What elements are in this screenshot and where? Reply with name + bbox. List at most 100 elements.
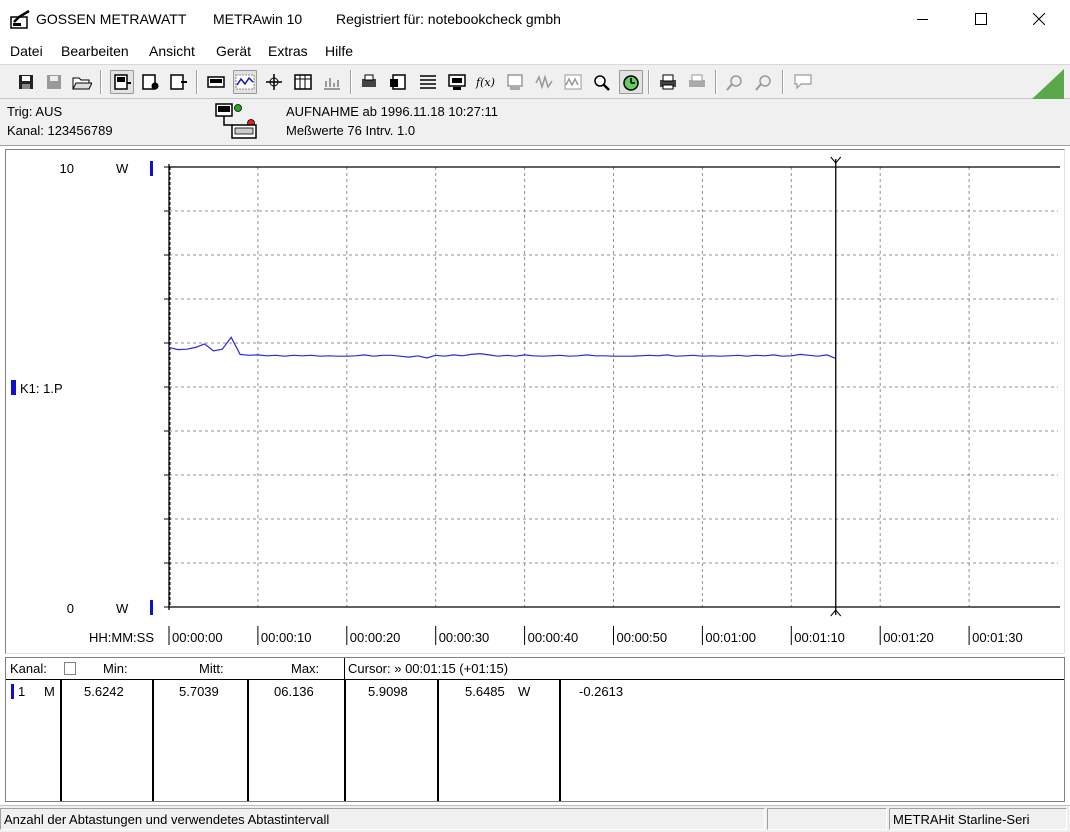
status-message: Anzahl der Abtastungen und verwendetes A… xyxy=(0,808,765,830)
row-delta: -0.2613 xyxy=(579,684,624,699)
chart-panel[interactable]: 00:00:00 00:00:10 00:00:20 00:00:30 00:00:40… xyxy=(5,149,1065,654)
page-layout-icon[interactable] xyxy=(387,70,411,94)
zoom-in-disabled-icon[interactable] xyxy=(723,70,747,94)
row-unit: W xyxy=(518,684,531,699)
device-connection-icon[interactable] xyxy=(215,103,259,144)
registration-text: Registriert für: notebookcheck gmbh xyxy=(336,11,561,27)
toolbar-separator xyxy=(648,70,650,94)
toolbar: f(x) xyxy=(0,64,1070,99)
trigger-status: Trig: AUS xyxy=(7,104,63,119)
toolbar-separator xyxy=(715,70,717,94)
print-setup-icon[interactable] xyxy=(358,70,382,94)
toolbar-separator xyxy=(350,70,352,94)
x-tick-label: 00:00:00 xyxy=(172,630,223,645)
y-axis-unit-bottom: W xyxy=(116,601,129,616)
formula-icon[interactable]: f(x) xyxy=(474,70,498,94)
title-bar: GOSSEN METRAWATT METRAwin 10 Registriert… xyxy=(0,0,1070,38)
header-kanal: Kanal: xyxy=(10,661,47,676)
row-max: 06.136 xyxy=(274,684,314,699)
multimeter-icon[interactable] xyxy=(204,70,228,94)
header-cursor-divider xyxy=(344,658,345,679)
row-mitt: 5.7039 xyxy=(179,684,219,699)
zoom-out-disabled-icon[interactable] xyxy=(752,70,776,94)
chart-svg[interactable]: 00:00:00 00:00:10 00:00:20 00:00:30 00:00:40… xyxy=(6,150,1064,653)
crosshair-icon[interactable] xyxy=(262,70,286,94)
channel-top-marker xyxy=(150,161,153,176)
device-online-icon[interactable] xyxy=(110,70,134,94)
column-divider xyxy=(344,679,346,801)
x-axis-label: HH:MM:SS xyxy=(89,630,154,645)
column-divider xyxy=(247,679,249,801)
menu-hilfe-label: Hilfe xyxy=(325,43,354,59)
channel-color-marker xyxy=(11,380,16,395)
x-tick-label: 00:00:30 xyxy=(439,630,490,645)
menu-hilfe[interactable]: Hilfe xyxy=(325,43,353,59)
timer-icon[interactable] xyxy=(619,70,643,94)
x-tick-label: 00:00:40 xyxy=(528,630,579,645)
product-name: METRAwin 10 xyxy=(213,11,303,27)
magnifier-settings-icon[interactable] xyxy=(590,70,614,94)
chart-view-icon[interactable] xyxy=(233,70,257,94)
list-view-icon[interactable] xyxy=(416,70,440,94)
row-cursor-value: 5.9098 xyxy=(368,684,408,699)
menu-bearbeiten-label: Bearbeiten xyxy=(61,43,129,59)
channel-info: Kanal: 123456789 xyxy=(7,123,113,138)
resize-grip-icon xyxy=(1032,69,1064,102)
menu-ansicht[interactable]: Ansicht xyxy=(149,43,195,59)
toolbar-separator xyxy=(782,70,784,94)
channel-bottom-marker xyxy=(150,600,153,615)
x-tick-label: 00:01:20 xyxy=(883,630,934,645)
header-cursor: Cursor: » 00:01:15 (+01:15) xyxy=(348,661,509,676)
data-table: Kanal: Min: Mitt: Max: Cursor: » 00:01:1… xyxy=(5,657,1065,802)
bar-chart-disabled-icon[interactable] xyxy=(320,70,344,94)
header-max: Max: xyxy=(291,661,320,676)
column-divider xyxy=(437,679,439,801)
x-tick-label: 00:00:50 xyxy=(617,630,668,645)
app-name: GOSSEN METRAWATT xyxy=(36,11,187,27)
status-bar: Anzahl der Abtastungen und verwendetes A… xyxy=(0,805,1070,832)
monitor-icon[interactable] xyxy=(445,70,469,94)
print-disabled-icon[interactable] xyxy=(685,70,709,94)
toolbar-separator xyxy=(100,70,102,94)
x-tick-label: 00:01:00 xyxy=(705,630,756,645)
x-tick-label: 00:01:10 xyxy=(794,630,845,645)
display-disabled-icon[interactable] xyxy=(503,70,527,94)
menu-extras[interactable]: Extras xyxy=(268,43,308,59)
row-min: 5.6242 xyxy=(84,684,124,699)
menu-bearbeiten[interactable]: Bearbeiten xyxy=(61,43,129,59)
print-preview-icon[interactable] xyxy=(656,70,680,94)
header-min: Min: xyxy=(103,661,128,676)
save-disk-disabled-icon[interactable] xyxy=(42,70,66,94)
menu-datei[interactable]: Datei xyxy=(10,43,43,59)
x-tick-label: 00:00:20 xyxy=(350,630,401,645)
row-channel-color-marker xyxy=(11,684,14,699)
save-disk-icon[interactable] xyxy=(14,70,38,94)
row-channel: 1 xyxy=(18,684,26,699)
menu-extras-label: Extras xyxy=(268,43,308,59)
close-button[interactable] xyxy=(1010,0,1068,38)
info-panel: Trig: AUS Kanal: 123456789 AUFNAHME ab 1… xyxy=(0,99,1070,146)
menu-geraet[interactable]: Gerät xyxy=(216,43,251,59)
column-divider xyxy=(559,679,561,801)
open-folder-icon[interactable] xyxy=(70,70,94,94)
signal-disabled-icon[interactable] xyxy=(561,70,585,94)
channel-label: K1: 1.P xyxy=(20,381,63,396)
waveform-disabled-icon[interactable] xyxy=(532,70,556,94)
column-divider xyxy=(60,679,62,801)
comment-disabled-icon[interactable] xyxy=(791,70,815,94)
select-all-checkbox[interactable] xyxy=(64,662,76,675)
status-pane-empty xyxy=(767,808,887,830)
maximize-button[interactable] xyxy=(952,0,1010,38)
menu-bar: Datei Bearbeiten Ansicht Gerät Extras Hi… xyxy=(0,38,1070,64)
status-device: METRAHit Starline-Seri xyxy=(889,808,1067,830)
device-settings-icon[interactable] xyxy=(138,70,162,94)
x-tick-label: 00:00:10 xyxy=(261,630,312,645)
svg-text:f(x): f(x) xyxy=(475,76,495,89)
table-view-icon[interactable] xyxy=(291,70,315,94)
row-value2: 5.6485 xyxy=(465,684,505,699)
y-axis-min-label: 0 xyxy=(67,601,74,616)
column-divider xyxy=(152,679,154,801)
device-transfer-icon[interactable] xyxy=(166,70,190,94)
minimize-button[interactable] xyxy=(894,0,952,38)
app-logo-icon[interactable] xyxy=(10,9,32,32)
